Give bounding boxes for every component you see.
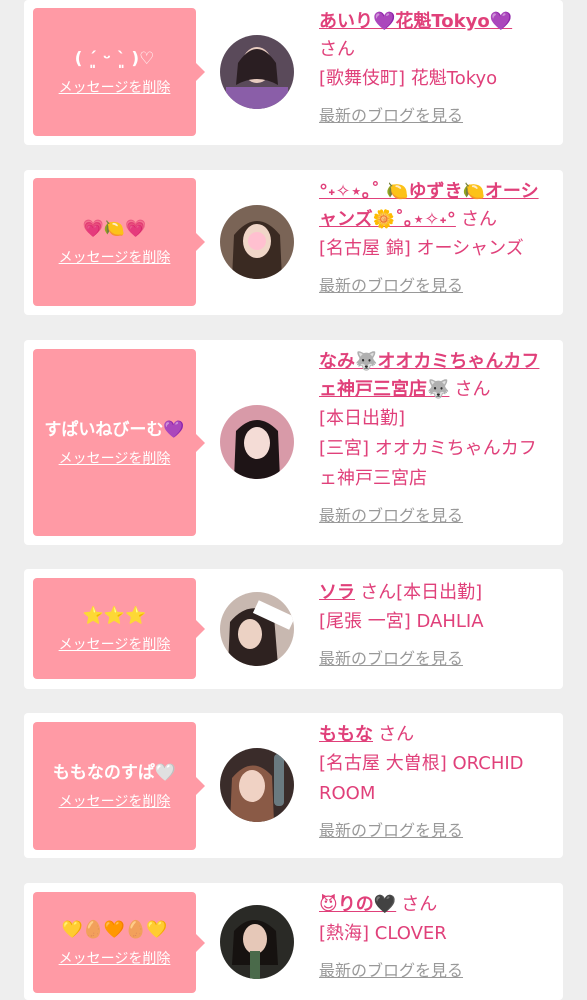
list-item: 💗🍋💗 メッセージを削除 °˖✧⋆｡˚ 🍋ゆずき🍋オーシャンズ🌼˚｡⋆✧˖° さ… (24, 170, 563, 315)
cast-name-link[interactable]: あいり💜花魁Tokyo💜 (319, 11, 512, 32)
message-list: ( ´͈ ᵕ `͈ )♡ メッセージを削除 あいり💜花魁Tokyo💜 さん [歌… (0, 0, 587, 1000)
avatar[interactable] (220, 748, 294, 822)
shop-label: [名古屋 大曽根] ORCHID ROOM (319, 753, 524, 804)
delete-message-link[interactable]: メッセージを削除 (59, 948, 171, 968)
delete-message-link[interactable]: メッセージを削除 (59, 791, 171, 811)
honorific-label: さん (360, 582, 397, 603)
cast-info: なみ🐺オオカミちゃんカフェ神戸三宮店🐺 さん [本日出勤] [三宮] オオカミち… (319, 348, 554, 526)
message-text: 💛🥚🧡🥚💛 (61, 919, 168, 940)
attendance-badge: [本日出勤] (396, 582, 483, 603)
latest-blog-link[interactable]: 最新のブログを見る (319, 817, 463, 841)
message-bubble: ⭐⭐⭐ メッセージを削除 (33, 578, 205, 679)
latest-blog-link[interactable]: 最新のブログを見る (319, 102, 463, 126)
cast-name-link[interactable]: なみ🐺オオカミちゃんカフェ神戸三宮店🐺 (319, 351, 539, 400)
shop-label: [名古屋 錦] オーシャンズ (319, 238, 524, 259)
shop-label: [尾張 一宮] DAHLIA (319, 611, 484, 632)
honorific-label: さん (378, 724, 415, 745)
message-bubble: ( ´͈ ᵕ `͈ )♡ メッセージを削除 (33, 8, 205, 136)
honorific-label: さん (454, 379, 491, 400)
cast-info: °˖✧⋆｡˚ 🍋ゆずき🍋オーシャンズ🌼˚｡⋆✧˖° さん [名古屋 錦] オーシ… (319, 178, 554, 296)
latest-blog-link[interactable]: 最新のブログを見る (319, 502, 463, 526)
cast-name-link[interactable]: ももな (319, 724, 373, 745)
cast-info: 😈りの🖤 さん [熱海] CLOVER 最新のブログを見る (319, 891, 554, 981)
honorific-label: さん (401, 894, 438, 915)
cast-info: ももな さん [名古屋 大曽根] ORCHID ROOM 最新のブログを見る (319, 721, 554, 841)
message-text: ⭐⭐⭐ (82, 605, 147, 626)
cast-name-link[interactable]: ソラ (319, 582, 355, 603)
delete-message-link[interactable]: メッセージを削除 (59, 634, 171, 654)
message-bubble: 💛🥚🧡🥚💛 メッセージを削除 (33, 892, 205, 993)
list-item: すぱいねびーむ💜 メッセージを削除 なみ🐺オオカミちゃんカフェ神戸三宮店🐺 さん… (24, 340, 563, 545)
latest-blog-link[interactable]: 最新のブログを見る (319, 957, 463, 981)
avatar[interactable] (220, 205, 294, 279)
delete-message-link[interactable]: メッセージを削除 (59, 247, 171, 267)
shop-label: [三宮] オオカミちゃんカフェ神戸三宮店 (319, 438, 537, 489)
list-item: ( ´͈ ᵕ `͈ )♡ メッセージを削除 あいり💜花魁Tokyo💜 さん [歌… (24, 0, 563, 145)
shop-label: [歌舞伎町] 花魁Tokyo (319, 68, 498, 89)
message-text: ももなのすぱ🤍 (52, 763, 177, 783)
shop-label: [熱海] CLOVER (319, 923, 447, 944)
avatar[interactable] (220, 905, 294, 979)
avatar[interactable] (220, 405, 294, 479)
latest-blog-link[interactable]: 最新のブログを見る (319, 645, 463, 669)
latest-blog-link[interactable]: 最新のブログを見る (319, 272, 463, 296)
message-text: すぱいねびーむ💜 (44, 419, 185, 440)
list-item: ⭐⭐⭐ メッセージを削除 ソラ さん[本日出勤] [尾張 一宮] DAHLIA … (24, 569, 563, 689)
message-text: ( ´͈ ᵕ `͈ )♡ (74, 49, 155, 69)
message-bubble: ももなのすぱ🤍 メッセージを削除 (33, 722, 205, 850)
cast-info: あいり💜花魁Tokyo💜 さん [歌舞伎町] 花魁Tokyo 最新のブログを見る (319, 8, 554, 126)
avatar[interactable] (220, 592, 294, 666)
list-item: ももなのすぱ🤍 メッセージを削除 ももな さん [名古屋 大曽根] ORCHID… (24, 713, 563, 858)
avatar[interactable] (220, 35, 294, 109)
cast-name-link[interactable]: °˖✧⋆｡˚ 🍋ゆずき🍋オーシャンズ🌼˚｡⋆✧˖° (319, 181, 539, 230)
message-bubble: 💗🍋💗 メッセージを削除 (33, 178, 205, 306)
message-bubble: すぱいねびーむ💜 メッセージを削除 (33, 349, 205, 536)
attendance-badge: [本日出勤] (319, 408, 406, 429)
delete-message-link[interactable]: メッセージを削除 (59, 77, 171, 97)
honorific-label: さん (319, 39, 355, 60)
honorific-label: さん (460, 209, 497, 230)
delete-message-link[interactable]: メッセージを削除 (59, 448, 171, 468)
message-text: 💗🍋💗 (82, 219, 147, 239)
list-item: 💛🥚🧡🥚💛 メッセージを削除 😈りの🖤 さん [熱海] CLOVER 最新のブロ… (24, 883, 563, 1000)
cast-name-link[interactable]: 😈りの🖤 (319, 894, 396, 915)
cast-info: ソラ さん[本日出勤] [尾張 一宮] DAHLIA 最新のブログを見る (319, 579, 554, 669)
